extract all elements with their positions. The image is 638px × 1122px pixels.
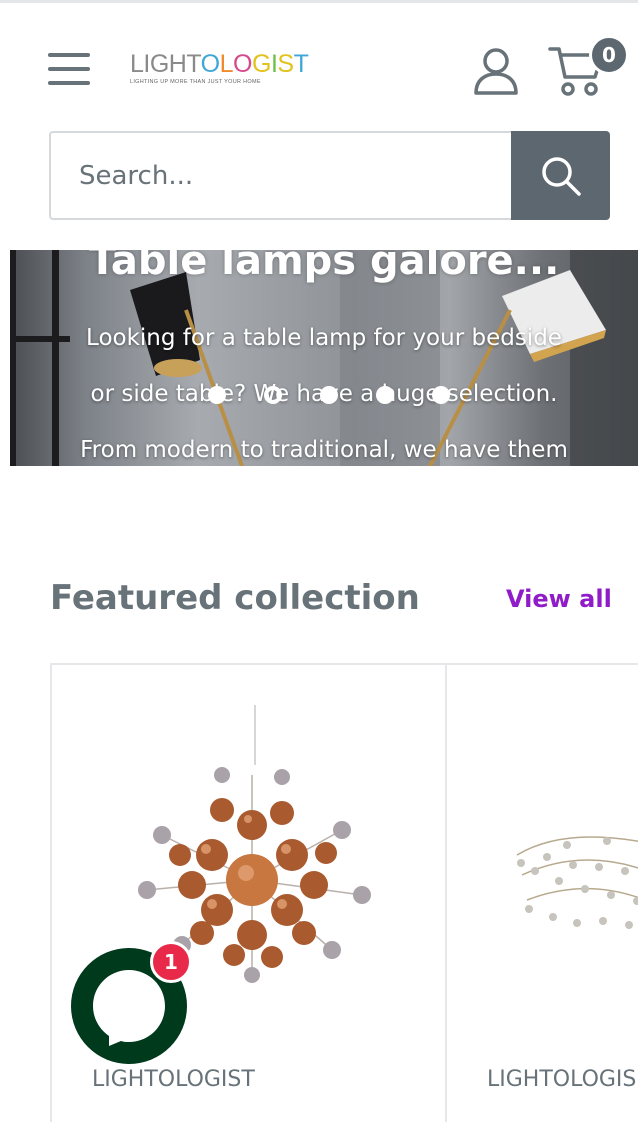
slideshow-dots — [10, 382, 638, 406]
hamburger-menu-icon[interactable] — [48, 53, 90, 85]
search-form — [49, 131, 610, 220]
slide-dot[interactable] — [320, 386, 338, 404]
hero-line: From modern to traditional, we have them — [80, 437, 568, 463]
slide-dot[interactable] — [432, 386, 450, 404]
product-card[interactable]: LIGHTOLOGIS — [447, 665, 638, 1122]
slide-dot[interactable] — [376, 386, 394, 404]
cart-count-badge: 0 — [589, 35, 629, 75]
search-button[interactable] — [511, 131, 610, 220]
hero-slideshow[interactable]: Table lamps galore... Looking for a tabl… — [10, 250, 638, 466]
chat-notification-badge: 1 — [150, 941, 192, 983]
product-vendor: LIGHTOLOGIST — [92, 1067, 255, 1092]
hero-line: Looking for a table lamp for your bedsid… — [86, 325, 562, 351]
user-icon[interactable] — [473, 47, 519, 95]
search-icon — [541, 156, 581, 196]
product-image-crystal-chandelier[interactable] — [507, 805, 638, 955]
hero-title: Table lamps galore... — [88, 250, 560, 284]
product-vendor: LIGHTOLOGIS — [487, 1067, 637, 1092]
slide-dot-active[interactable] — [264, 386, 282, 404]
slide-dot[interactable] — [208, 386, 226, 404]
search-input[interactable] — [49, 131, 511, 220]
site-logo[interactable]: LIGHTOLOGIST LIGHTING UP MORE THAN JUST … — [130, 51, 330, 91]
site-header: LIGHTOLOGIST LIGHTING UP MORE THAN JUST … — [0, 3, 638, 125]
featured-collection-title: Featured collection — [50, 578, 420, 618]
logo-wordmark: LIGHTOLOGIST — [130, 50, 309, 78]
view-all-link[interactable]: View all — [506, 585, 612, 613]
logo-tagline: LIGHTING UP MORE THAN JUST YOUR HOME — [130, 79, 261, 85]
